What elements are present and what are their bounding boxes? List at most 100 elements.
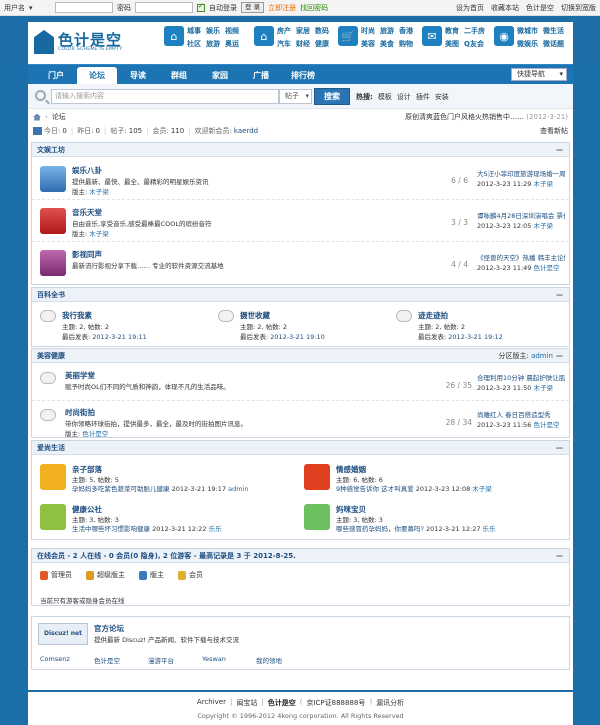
- forum-row[interactable]: 时尚街拍 带你领略环球街拍，提供最多，最全，最及时的街拍图片讯息。 版主: 色计…: [32, 401, 569, 438]
- tab-forum[interactable]: 论坛: [77, 67, 117, 84]
- text-link[interactable]: 我的领地: [256, 655, 310, 665]
- tab-guide[interactable]: 导读: [118, 67, 158, 84]
- forum-group-lifestyle: 爱尚生活 — 亲子部落 主题: 5, 帖数: 5 孕妈妈多吃紫色蔬菜可助胎儿健康…: [31, 440, 570, 540]
- search-button[interactable]: 搜索: [314, 88, 350, 105]
- qnav-link[interactable]: 教育: [445, 26, 459, 36]
- qnav-link[interactable]: Q友会: [464, 39, 485, 49]
- text-link[interactable]: Comsenz: [40, 655, 94, 665]
- breadcrumb-current[interactable]: 论坛: [52, 112, 66, 122]
- hot-word[interactable]: 安装: [435, 92, 449, 102]
- online-header: 在线会员 - 2 人在线 - 0 会员(0 隐身), 2 位游客 - 最高记录是…: [32, 549, 569, 563]
- set-homepage-link[interactable]: 设为首页: [456, 3, 484, 13]
- collapse-icon[interactable]: —: [556, 549, 563, 563]
- site-footer: Archiver | 闽宝站 | 色计是空( 京ICP证888888号) 漏讯分析 …: [28, 690, 573, 725]
- forgot-password-link[interactable]: 找回密码: [300, 3, 328, 13]
- forum-cell[interactable]: 摄世收藏 主题: 2, 帖数: 2 最后发表: 2012-3-21 19:10: [218, 308, 388, 348]
- footer-link[interactable]: Archiver: [197, 698, 226, 708]
- tab-portal[interactable]: 门户: [36, 67, 76, 84]
- qnav-link[interactable]: 数码: [315, 26, 329, 36]
- forum-tv-icon: [40, 166, 66, 192]
- tab-ranking[interactable]: 排行榜: [282, 67, 324, 84]
- search-input[interactable]: 请输入搜索内容: [51, 89, 279, 104]
- breadcrumb: › 论坛 原创清爽蓝色门户风格火热销售中…… (2012-3-21): [28, 110, 573, 124]
- quick-nav-dropdown[interactable]: 快捷导航: [511, 68, 567, 81]
- stats-chart-icon: [33, 127, 42, 135]
- tab-broadcast[interactable]: 广播: [241, 67, 281, 84]
- group-header: 美容健康 分区版主: admin —: [32, 349, 569, 363]
- home-icon[interactable]: [33, 113, 41, 121]
- username-input[interactable]: [55, 2, 113, 13]
- forum-item[interactable]: 亲子部落 主题: 5, 帖数: 5 孕妈妈多吃紫色蔬菜可助胎儿健康 2012-3…: [40, 461, 300, 501]
- announcement[interactable]: 原创清爽蓝色门户风格火热销售中…… (2012-3-21): [405, 112, 568, 122]
- hot-word[interactable]: 插件: [416, 92, 430, 102]
- login-button[interactable]: 登 录: [241, 2, 265, 13]
- forum-cell[interactable]: 我行我素 主题: 2, 帖数: 2 最后发表: 2012-3-21 19:11: [40, 308, 210, 348]
- site-logo[interactable]: 色计是空 COLOR SCHEME IS EMPTY: [34, 28, 144, 58]
- username-type-select[interactable]: ▾: [29, 4, 51, 12]
- site-name-link[interactable]: 色计是空: [526, 3, 554, 13]
- qnav-link[interactable]: 娱乐: [206, 26, 220, 36]
- qnav-link[interactable]: 微生活: [543, 26, 564, 36]
- logo-mark-icon: [34, 30, 54, 54]
- qnav-link[interactable]: 财经: [296, 39, 310, 49]
- remember-checkbox[interactable]: [197, 2, 205, 12]
- view-new-posts-link[interactable]: 查看新帖: [540, 126, 568, 136]
- qnav-link[interactable]: 美容: [361, 39, 375, 49]
- bookmark-link[interactable]: 收藏本站: [491, 3, 519, 13]
- text-link[interactable]: 色计是空: [94, 655, 148, 665]
- forum-item[interactable]: 妈咪宝贝 主题: 3, 帖数: 3 哪些感冒药孕妈妈，你要慕吗? 2012-3-…: [304, 501, 564, 541]
- collapse-icon[interactable]: —: [556, 441, 563, 455]
- tab-home[interactable]: 家园: [200, 67, 240, 84]
- qnav-link[interactable]: 家居: [296, 26, 310, 36]
- search-scope-select[interactable]: 帖子: [279, 89, 312, 104]
- text-link[interactable]: Yeswan: [202, 655, 256, 665]
- forum-cell[interactable]: 迹走迹拍 主题: 2, 帖数: 2 最后发表: 2012-3-21 19:12: [396, 308, 566, 348]
- register-link[interactable]: 立即注册: [268, 3, 296, 13]
- forum-row[interactable]: 娱乐八卦 提供最新、最快、最全、最精彩的明星娱乐资讯 版主: 木子梁 6 / 6…: [32, 158, 569, 200]
- collapse-icon[interactable]: —: [556, 288, 563, 302]
- footer-link[interactable]: 色计是空: [268, 698, 296, 708]
- forum-group-entertainment: 文娱工坊 — 娱乐八卦 提供最新、最快、最全、最精彩的明星娱乐资讯 版主: 木子…: [31, 142, 570, 285]
- qnav-link[interactable]: 旅游: [206, 39, 220, 49]
- text-link[interactable]: 漫游平台: [148, 655, 202, 665]
- qnav-link[interactable]: 社区: [187, 39, 201, 49]
- password-input[interactable]: [135, 2, 193, 13]
- qnav-link[interactable]: 香港: [399, 26, 413, 36]
- qnav-link[interactable]: 汽车: [277, 39, 291, 49]
- hot-word[interactable]: 设计: [397, 92, 411, 102]
- logo-subtitle: COLOR SCHEME IS EMPTY: [58, 47, 123, 52]
- forum-row[interactable]: 影视同声 最新流行影视分享下载…… 专业的软件资源交流基地 4 / 4 《怪兽的…: [32, 242, 569, 284]
- footer-icp[interactable]: 京ICP证888888号: [306, 698, 365, 708]
- qnav-link[interactable]: 旅游: [380, 26, 394, 36]
- qnav-link[interactable]: 城事: [187, 26, 201, 36]
- tab-groups[interactable]: 群组: [159, 67, 199, 84]
- qnav-link[interactable]: 时尚: [361, 26, 375, 36]
- collapse-icon[interactable]: —: [556, 143, 563, 157]
- official-forum-link[interactable]: 官方论坛: [94, 623, 124, 634]
- forum-row[interactable]: 音乐天堂 自由音乐,享受音乐,感受最棒最COOL的缤纷音符 版主: 木子梁 3 …: [32, 200, 569, 242]
- qnav-link[interactable]: 房产: [277, 26, 291, 36]
- qnav-link[interactable]: 奥运: [225, 39, 239, 49]
- forum-bubble-icon: [396, 310, 412, 322]
- new-member-link[interactable]: kaerdd: [234, 127, 258, 135]
- qnav-link[interactable]: 视频: [225, 26, 239, 36]
- forum-item[interactable]: 健康公社 主题: 3, 帖数: 3 生活中哪些坏习惯影响健康 2012-3-21…: [40, 501, 300, 541]
- footer-link[interactable]: 闽宝站: [236, 698, 257, 708]
- collapse-icon[interactable]: —: [556, 349, 563, 363]
- qnav-link[interactable]: 美图: [445, 39, 459, 49]
- wide-mode-link[interactable]: 切换到宽版: [561, 3, 596, 13]
- qnav-link[interactable]: 美食: [380, 39, 394, 49]
- qnav-link[interactable]: 微城市: [517, 26, 538, 36]
- qnav-link[interactable]: 二手房: [464, 26, 485, 36]
- qnav-link[interactable]: 微娱乐: [517, 39, 538, 49]
- hot-word[interactable]: 模板: [378, 92, 392, 102]
- qnav-link[interactable]: 健康: [315, 39, 329, 49]
- qnav-link[interactable]: 购物: [399, 39, 413, 49]
- qnav-link[interactable]: 微话题: [543, 39, 564, 49]
- forum-row[interactable]: 美丽学堂 赋予时尚OL们不同的气质和神韵，体现不凡的生活品味。 26 / 35 …: [32, 364, 569, 401]
- forum-item[interactable]: 情感婚姻 主题: 6, 帖数: 6 9种感觉告诉你 这才叫真爱 2012-3-2…: [304, 461, 564, 501]
- forum-romance-icon: [304, 464, 330, 490]
- friend-links: Discuz! net 官方论坛 提供最新 Discuz! 产品新闻、软件下载与…: [31, 616, 570, 670]
- footer-link[interactable]: 漏讯分析: [376, 698, 404, 708]
- discuz-logo[interactable]: Discuz! net: [38, 623, 88, 645]
